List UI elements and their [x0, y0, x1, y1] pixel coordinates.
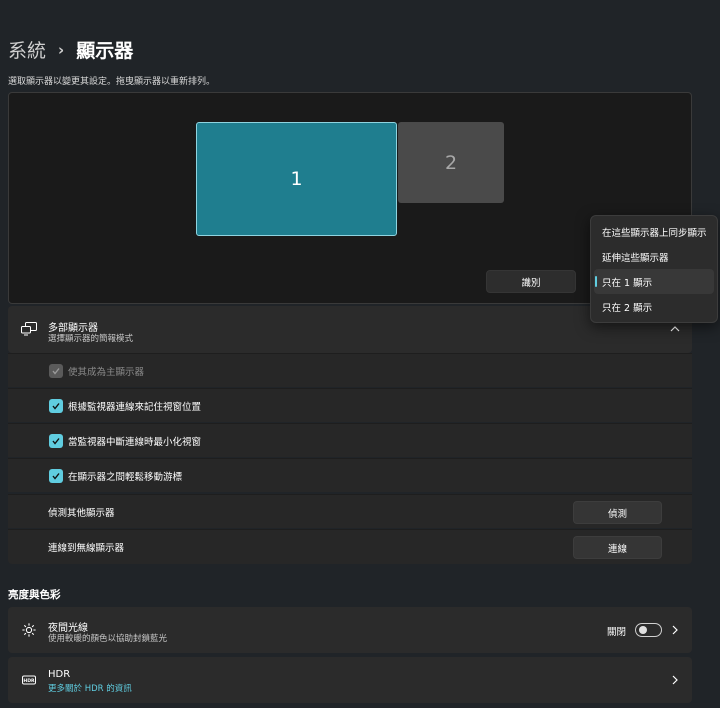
checkbox-remember-window[interactable]	[49, 399, 63, 413]
option-cursor-move: 在顯示器之間輕鬆移動游標	[8, 458, 692, 492]
checkbox-primary-display	[49, 364, 63, 378]
arrange-hint: 選取顯示器以變更其設定。拖曳顯示器以重新排列。	[8, 77, 216, 87]
multiple-monitors-icon	[21, 322, 37, 336]
hdr-card[interactable]: HDR HDR 更多關於 HDR 的資訊	[8, 657, 692, 703]
monitor-1[interactable]: 1	[196, 122, 397, 236]
identify-button[interactable]: 識別	[486, 270, 576, 293]
chevron-right-icon[interactable]	[670, 674, 680, 686]
detect-label: 偵測其他顯示器	[48, 507, 115, 519]
check-icon	[52, 438, 60, 445]
hdr-title: HDR	[48, 669, 71, 680]
section-title-brightness: 亮度與色彩	[8, 589, 61, 601]
menu-item-extend[interactable]: 延伸這些顯示器	[594, 244, 714, 269]
detect-button[interactable]: 偵測	[573, 501, 662, 524]
detect-displays-row: 偵測其他顯示器 偵測	[8, 494, 692, 528]
chevron-up-icon[interactable]	[668, 322, 682, 336]
night-light-toggle[interactable]	[635, 623, 662, 637]
checkbox-minimize-windows[interactable]	[49, 434, 63, 448]
check-icon	[52, 473, 60, 480]
hdr-learn-more-link[interactable]: 更多關於 HDR 的資訊	[48, 682, 132, 694]
breadcrumb: 系統 › 顯示器	[8, 36, 133, 63]
check-icon	[52, 368, 60, 375]
multiple-displays-subtitle: 選擇顯示器的簡報模式	[48, 334, 134, 344]
hdr-icon: HDR	[22, 675, 36, 685]
connect-button[interactable]: 連線	[573, 536, 662, 559]
menu-item-show-only-2[interactable]: 只在 2 顯示	[594, 294, 714, 319]
chevron-right-icon[interactable]	[670, 624, 680, 636]
option-label: 在顯示器之間輕鬆移動游標	[68, 471, 183, 483]
svg-text:HDR: HDR	[23, 678, 35, 684]
monitor-2[interactable]: 2	[398, 122, 504, 203]
projection-mode-menu: 在這些顯示器上同步顯示 延伸這些顯示器 只在 1 顯示 只在 2 顯示	[590, 215, 718, 323]
menu-item-show-only-1[interactable]: 只在 1 顯示	[594, 269, 714, 294]
sun-icon	[22, 623, 36, 637]
option-label: 根據監視器連線來記住視窗位置	[68, 401, 202, 413]
breadcrumb-parent[interactable]: 系統	[8, 36, 46, 63]
wireless-display-row: 連線到無線顯示器 連線	[8, 529, 692, 564]
checkbox-cursor-move[interactable]	[49, 469, 63, 483]
wireless-label: 連線到無線顯示器	[48, 543, 125, 554]
option-label: 使其成為主顯示器	[68, 366, 145, 378]
check-icon	[52, 403, 60, 410]
page-title: 顯示器	[76, 40, 134, 62]
night-light-subtitle: 使用較暖的顏色以協助封鎖藍光	[48, 634, 168, 644]
night-light-state: 關閉	[606, 627, 626, 638]
night-light-card[interactable]: 夜間光線 使用較暖的顏色以協助封鎖藍光 關閉	[8, 607, 692, 653]
option-label: 當監視器中斷連線時最小化視窗	[68, 436, 202, 448]
option-remember-window: 根據監視器連線來記住視窗位置	[8, 388, 692, 422]
option-primary-display: 使其成為主顯示器	[8, 353, 692, 387]
toggle-knob	[639, 626, 647, 634]
menu-item-duplicate[interactable]: 在這些顯示器上同步顯示	[594, 219, 714, 244]
option-minimize-windows: 當監視器中斷連線時最小化視窗	[8, 423, 692, 457]
chevron-right-icon: ›	[58, 40, 65, 59]
